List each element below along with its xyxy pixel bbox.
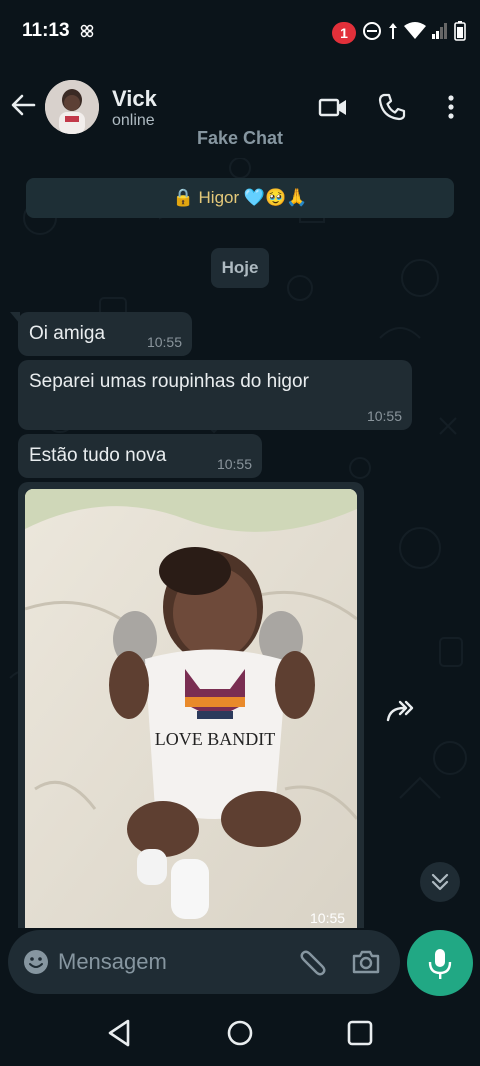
chat-area[interactable]: 🔒 Higor 🩵🥹🙏 Hoje Oi amiga 10:55 Separei … <box>0 158 480 928</box>
encryption-banner[interactable]: 🔒 Higor 🩵🥹🙏 <box>26 178 454 218</box>
message-bubble[interactable]: Oi amiga 10:55 <box>10 312 192 356</box>
message-bubble[interactable]: Separei umas roupinhas do higor 10:55 <box>18 360 412 430</box>
system-nav-bar <box>0 1000 480 1066</box>
message-bubble[interactable]: Estão tudo nova 10:55 <box>18 434 262 478</box>
status-bar: 11:13 1 <box>0 0 480 62</box>
photo-message[interactable]: LOVE BANDIT 10:55 <box>18 482 364 928</box>
contact-name[interactable]: Vick <box>112 86 157 112</box>
mic-button[interactable] <box>407 930 473 996</box>
baby-photo[interactable]: LOVE BANDIT <box>25 489 357 928</box>
scroll-down-button[interactable] <box>420 862 460 902</box>
settings-small-icon <box>80 24 94 38</box>
more-vertical-icon[interactable] <box>436 92 466 122</box>
emoji-icon[interactable] <box>22 948 50 976</box>
message-text: Oi amiga <box>29 323 106 344</box>
message-composer <box>8 930 400 994</box>
message-time: 10:55 <box>146 334 182 350</box>
message-time: 10:55 <box>216 456 252 472</box>
nav-back-icon[interactable] <box>104 1017 136 1049</box>
message-time: 10:55 <box>366 408 402 424</box>
forward-icon[interactable] <box>384 696 416 728</box>
nav-home-icon[interactable] <box>224 1017 256 1049</box>
video-call-icon[interactable] <box>318 92 348 122</box>
avatar[interactable] <box>45 80 99 134</box>
status-icons <box>362 20 466 46</box>
signal-icon <box>432 22 448 44</box>
battery-icon <box>454 20 466 46</box>
date-chip: Hoje <box>211 248 269 288</box>
back-arrow-icon[interactable] <box>8 90 38 120</box>
paperclip-icon[interactable] <box>298 946 330 978</box>
chat-header: Vick online Fake Chat <box>0 62 480 158</box>
photo-time: 10:55 <box>310 910 346 926</box>
message-text: Separei umas roupinhas do higor <box>29 371 309 392</box>
fake-chat-watermark: Fake Chat <box>196 128 284 148</box>
camera-icon[interactable] <box>350 946 382 978</box>
onesie-text: LOVE BANDIT <box>155 729 275 749</box>
chevron-double-down-icon <box>431 873 449 891</box>
status-time: 11:13 <box>22 20 70 41</box>
data-arrows-icon <box>388 21 398 46</box>
wifi-icon <box>404 21 426 45</box>
notification-badge: 1 <box>332 22 356 44</box>
phone-icon[interactable] <box>377 92 407 122</box>
do-not-disturb-icon <box>362 21 382 46</box>
nav-recents-icon[interactable] <box>344 1017 376 1049</box>
bubble-tail <box>10 312 20 324</box>
mic-icon <box>428 949 452 979</box>
message-input[interactable] <box>58 942 286 982</box>
message-text: Estão tudo nova <box>29 445 167 466</box>
